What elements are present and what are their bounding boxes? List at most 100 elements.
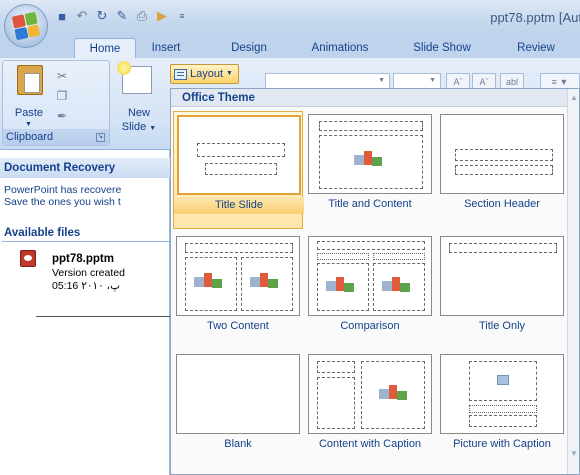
content-icons-icon: [250, 273, 280, 291]
scroll-down-icon[interactable]: ▼: [570, 449, 578, 458]
recovered-file-name[interactable]: ppt78.pptm: [52, 253, 114, 265]
divider: [36, 316, 170, 317]
dialog-launcher-icon[interactable]: ↘: [96, 133, 105, 142]
tab-slide-show[interactable]: Slide Show: [404, 38, 480, 58]
new-slide-label-line1: New: [127, 107, 150, 119]
new-slide-label: New Slide ▼: [112, 106, 166, 136]
quick-access-toolbar: ■ ↶ ↻ ✎ ⎙ ▶ ≡: [54, 8, 190, 24]
recovery-line-1: PowerPoint has recovere: [4, 184, 122, 196]
layout-thumbnail: [176, 236, 300, 316]
recovery-header: Document Recovery: [0, 158, 170, 178]
layout-thumbnail: [308, 236, 432, 316]
window-title: ppt78.pptm [Aut: [490, 10, 580, 25]
undo-icon[interactable]: ↶: [74, 8, 90, 24]
customize-qat-icon[interactable]: ≡: [174, 8, 190, 24]
layout-label: Blank: [224, 438, 252, 450]
title-placeholder: [317, 241, 425, 250]
layout-gallery: Office Theme ▲ ▼ Title Slide Title and C…: [170, 88, 580, 475]
layout-button[interactable]: Layout ▼: [170, 64, 239, 84]
layout-title-slide[interactable]: Title Slide: [173, 111, 304, 229]
caption-text-placeholder: [317, 377, 355, 429]
layout-blank[interactable]: Blank: [173, 351, 303, 469]
divider: [2, 241, 170, 242]
left-heading-placeholder: [317, 253, 369, 260]
new-slide-button[interactable]: New Slide ▼: [112, 60, 166, 146]
recovered-file-meta: Version created 05:16 ۲۰۱۰ ،پ: [52, 267, 170, 293]
pptm-file-icon[interactable]: [20, 250, 36, 267]
layout-label: Title and Content: [328, 198, 412, 210]
gallery-scrollbar[interactable]: ▲ ▼: [567, 89, 579, 474]
content-icons-icon: [382, 277, 412, 295]
layout-thumbnail: [440, 236, 564, 316]
title-placeholder: [449, 243, 557, 253]
layout-thumbnail: [177, 115, 301, 195]
picture-icon: [497, 375, 509, 385]
layout-thumbnail: [176, 354, 300, 434]
content-icons-icon: [354, 151, 384, 169]
recovery-line-2: Save the ones you wish t: [4, 196, 121, 208]
layout-button-label: Layout: [190, 68, 224, 80]
layout-label: Title Only: [478, 320, 526, 332]
print-preview-icon[interactable]: ⎙: [134, 8, 150, 24]
cut-icon[interactable]: ✂: [53, 69, 71, 85]
title-placeholder: [319, 121, 423, 131]
gallery-header: Office Theme: [171, 89, 569, 107]
tab-insert[interactable]: Insert: [142, 38, 190, 58]
layout-thumbnail: [308, 114, 432, 194]
title-placeholder: [455, 149, 553, 161]
document-recovery-pane: Document Recovery PowerPoint has recover…: [0, 150, 170, 475]
paste-icon[interactable]: [17, 65, 43, 95]
new-slide-icon: [117, 61, 152, 94]
file-meta-line-2: 05:16 ۲۰۱۰ ،پ: [52, 280, 120, 292]
ribbon-tabs: Home Insert Design Animations Slide Show…: [0, 36, 580, 58]
tab-review[interactable]: Review: [508, 38, 564, 58]
layout-section-header[interactable]: Section Header: [437, 111, 567, 229]
scroll-up-icon[interactable]: ▲: [570, 93, 578, 102]
open-icon[interactable]: ▶: [154, 8, 170, 24]
office-logo-icon: [11, 11, 41, 41]
recovery-description: PowerPoint has recovere Save the ones yo…: [4, 184, 170, 208]
content-icons-icon: [379, 385, 409, 403]
layout-picture-with-caption[interactable]: Picture with Caption: [437, 351, 567, 469]
title-bar: ■ ↶ ↻ ✎ ⎙ ▶ ≡ ppt78.pptm [Aut: [0, 0, 580, 36]
paste-dropdown-icon[interactable]: ▼: [25, 121, 32, 128]
layout-dropdown-icon: ▼: [226, 70, 233, 77]
layout-title-only[interactable]: Title Only: [437, 233, 567, 351]
title-placeholder: [185, 243, 293, 253]
layout-title-and-content[interactable]: Title and Content: [305, 111, 435, 229]
tab-animations[interactable]: Animations: [300, 38, 380, 58]
right-heading-placeholder: [373, 253, 425, 260]
save-icon[interactable]: ■: [54, 8, 70, 24]
caption-title-placeholder: [317, 361, 355, 373]
caption-text-placeholder: [469, 415, 537, 427]
format-painter-icon[interactable]: ✒: [53, 109, 71, 125]
font-size-dropdown-icon[interactable]: ▼: [429, 77, 436, 84]
title-placeholder: [197, 143, 285, 157]
layout-thumbnail: [440, 114, 564, 194]
layout-label: Content with Caption: [318, 438, 422, 450]
content-icons-icon: [326, 277, 356, 295]
paste-button[interactable]: Paste: [9, 107, 49, 119]
layout-content-with-caption[interactable]: Content with Caption: [305, 351, 435, 469]
clipboard-label-text: Clipboard: [6, 131, 54, 143]
new-slide-qat-icon[interactable]: ✎: [114, 8, 130, 24]
tab-home[interactable]: Home: [74, 38, 136, 58]
layout-label: Picture with Caption: [453, 438, 551, 450]
new-slide-dropdown-icon: ▼: [149, 125, 157, 132]
layout-icon: [174, 68, 187, 80]
layout-two-content[interactable]: Two Content: [173, 233, 303, 351]
layout-label: Section Header: [464, 198, 540, 210]
new-slide-label-line2: Slide ▼: [112, 120, 166, 136]
layout-thumbnail: [440, 354, 564, 434]
text-placeholder: [455, 165, 553, 175]
redo-icon[interactable]: ↻: [94, 8, 110, 24]
file-meta-line-1: Version created: [52, 267, 125, 279]
layout-comparison[interactable]: Comparison: [305, 233, 435, 351]
layout-label: Title Slide: [174, 197, 304, 214]
office-button[interactable]: [4, 4, 48, 48]
tab-design[interactable]: Design: [222, 38, 276, 58]
copy-icon[interactable]: ❐: [53, 89, 71, 105]
font-name-dropdown-icon[interactable]: ▼: [378, 77, 385, 84]
subtitle-placeholder: [205, 163, 277, 175]
new-slide-label-line2-text: Slide: [121, 121, 147, 133]
